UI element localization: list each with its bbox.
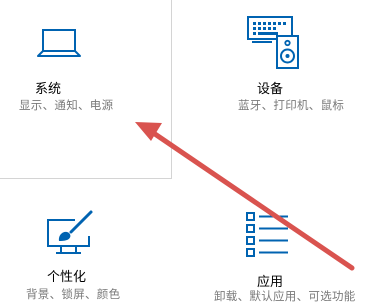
tile-title: 设备 <box>257 82 284 97</box>
laptop-icon <box>37 29 81 57</box>
paint-monitor-icon <box>47 210 93 254</box>
settings-tile-apps[interactable]: 应用 卸载、默认应用、可选功能 <box>210 190 385 303</box>
app-list-icon <box>246 212 288 257</box>
keyboard-speaker-icon <box>247 16 299 69</box>
settings-tile-system[interactable]: 系统 显示、通知、电源 <box>0 0 172 179</box>
tile-description: 蓝牙、打印机、鼠标 <box>238 98 345 112</box>
tile-description: 显示、通知、电源 <box>19 98 114 112</box>
settings-tile-personalization[interactable]: 个性化 背景、锁屏、颜色 <box>0 190 171 301</box>
tile-description: 卸载、默认应用、可选功能 <box>214 289 356 303</box>
tile-title: 系统 <box>35 82 62 97</box>
tile-title: 个性化 <box>47 270 87 285</box>
settings-tile-devices[interactable]: 设备 蓝牙、打印机、鼠标 <box>210 0 385 178</box>
